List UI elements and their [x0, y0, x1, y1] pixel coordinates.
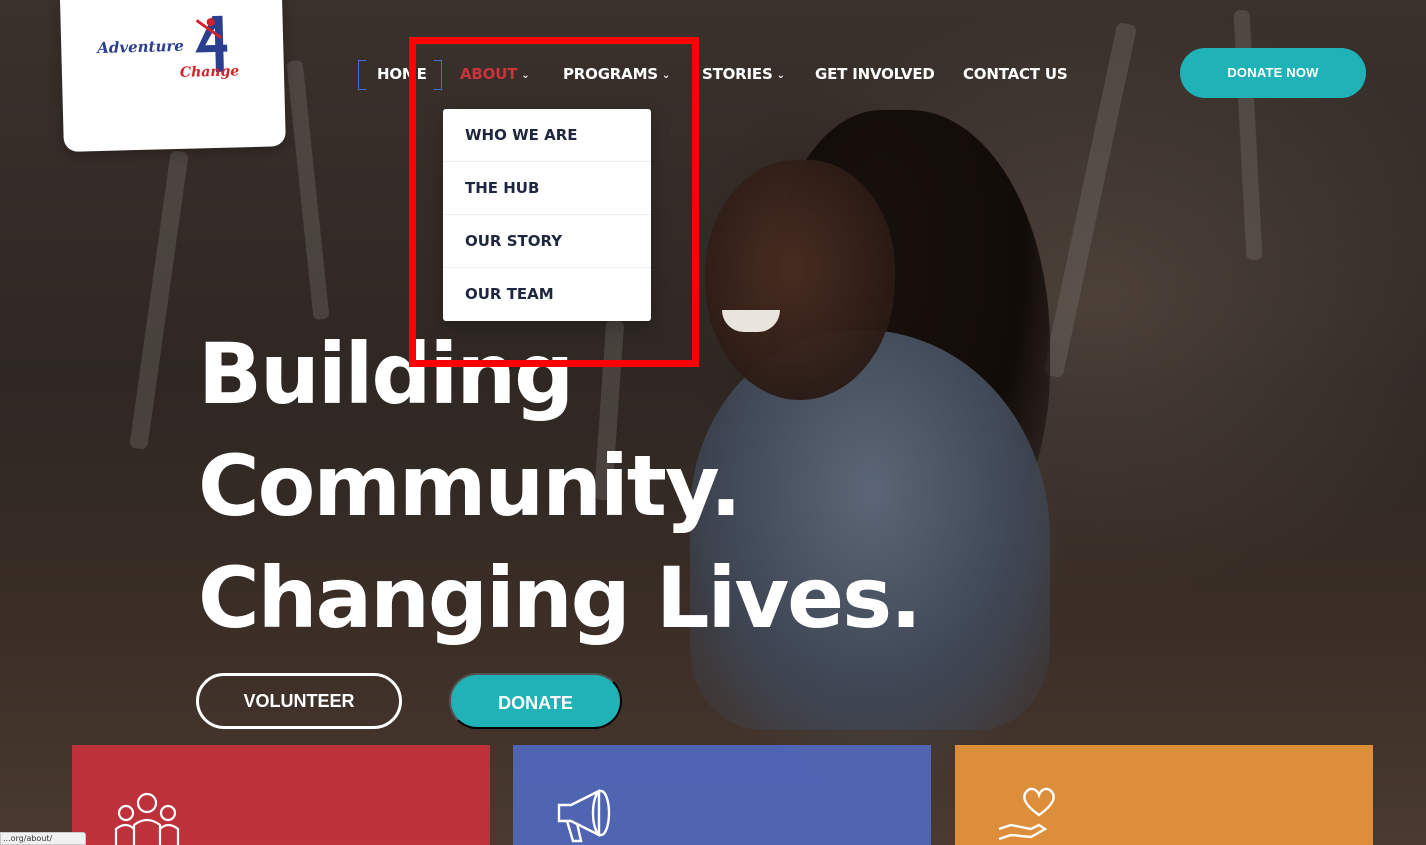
heart-hand-icon	[998, 787, 1055, 841]
donate-button[interactable]: DONATE	[449, 673, 622, 729]
home-focus-bracket-left	[358, 60, 366, 90]
headline-line: Community.	[198, 437, 742, 535]
nav-item-stories[interactable]: STORIES ⌄	[702, 56, 785, 92]
nav-item-contact-us[interactable]: CONTACT US	[963, 56, 1068, 92]
headline-line: Changing Lives.	[198, 549, 922, 647]
logo-text-adventure: Adventure	[97, 36, 185, 58]
card-giving[interactable]	[955, 745, 1373, 845]
people-group-icon	[114, 792, 180, 845]
status-url-tooltip: ...org/about/	[0, 832, 86, 845]
background-chair-leg	[129, 150, 189, 450]
background-chair-leg	[286, 59, 330, 321]
hero-headline: Building Community. Changing Lives.	[198, 318, 998, 654]
donate-now-button[interactable]: DONATE NOW	[1180, 48, 1366, 98]
nav-item-label: GET INVOLVED	[815, 65, 935, 83]
card-people[interactable]	[72, 745, 490, 845]
annotation-highlight-box	[409, 37, 699, 367]
nav-item-label: STORIES	[702, 65, 773, 83]
card-advocacy[interactable]	[513, 745, 931, 845]
nav-item-get-involved[interactable]: GET INVOLVED	[815, 56, 935, 92]
chevron-down-icon: ⌄	[776, 70, 785, 81]
volunteer-button[interactable]: VOLUNTEER	[196, 673, 402, 729]
nav-item-label: CONTACT US	[963, 65, 1068, 83]
megaphone-icon	[557, 789, 611, 843]
